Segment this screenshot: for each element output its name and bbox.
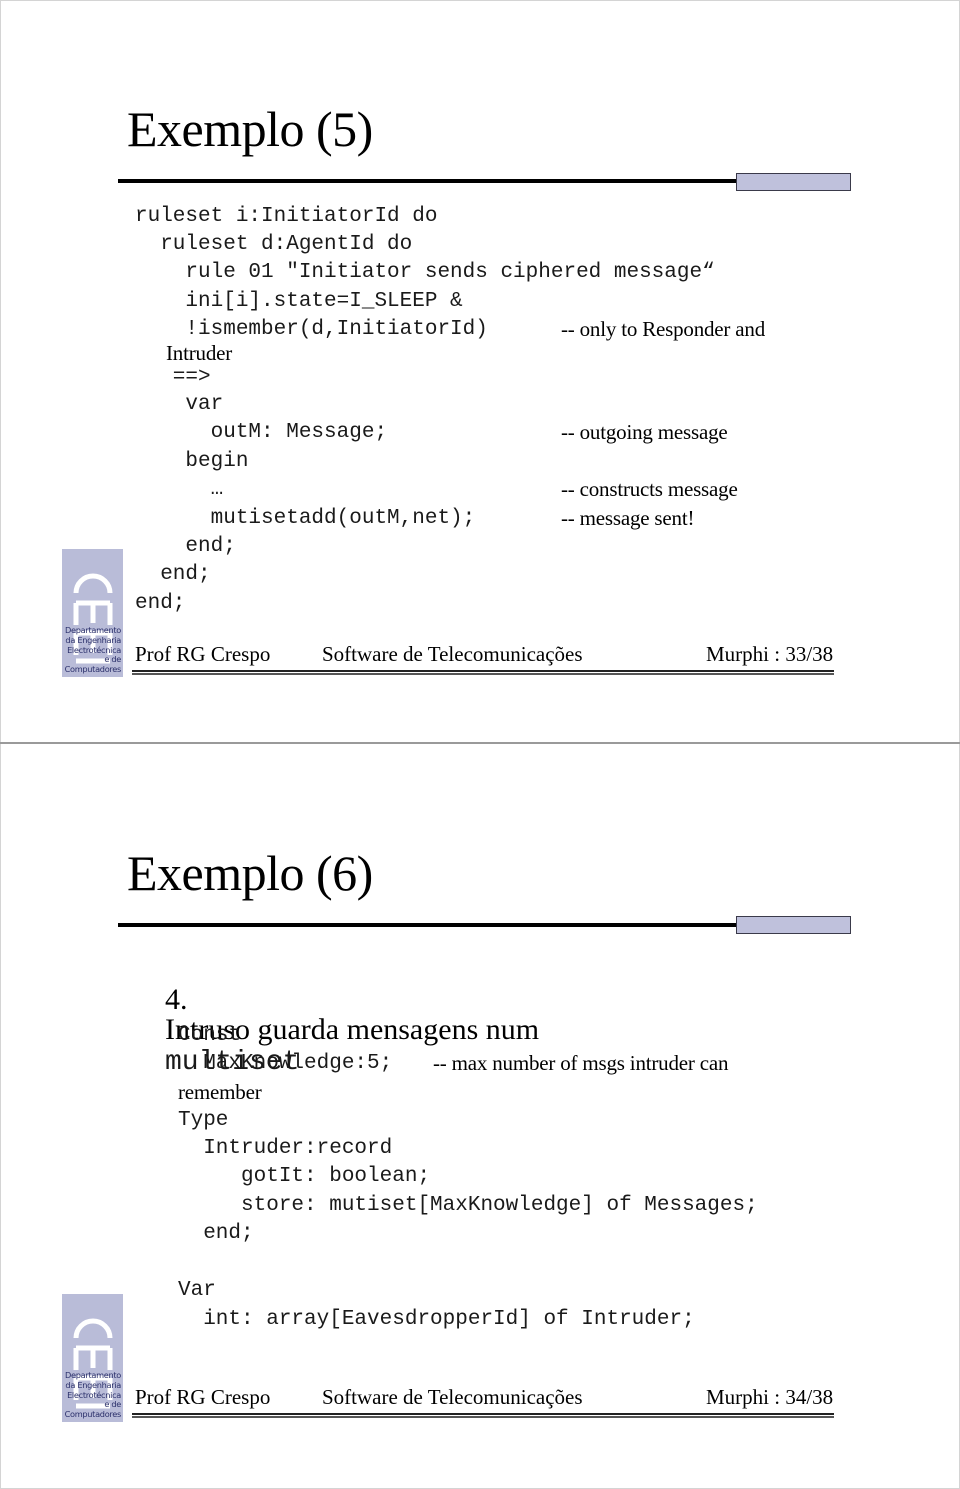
code-line: end; <box>135 535 236 558</box>
slide-33: Exemplo (5) ruleset i:InitiatorId do rul… <box>0 0 960 743</box>
footer-page-number: Murphi : 34/38 <box>706 1385 834 1409</box>
code-line: end; <box>178 1222 254 1245</box>
logo-caption-line: Computadores <box>64 664 122 675</box>
slide-title: Exemplo (6) <box>127 845 373 901</box>
footer-author: Prof RG Crespo <box>135 642 271 666</box>
code-line: ruleset i:InitiatorId do <box>135 205 438 228</box>
code-line: gotIt: boolean; <box>178 1165 431 1188</box>
code-line: Const <box>178 1024 242 1047</box>
logo-caption: Departamento da Engenharia Electrotécnic… <box>64 625 122 675</box>
code-comment: -- only to Responder and <box>561 317 765 341</box>
footer-page-number: Murphi : 33/38 <box>706 642 834 666</box>
code-comment: -- message sent! <box>561 506 695 530</box>
deec-logo: Departamento da Engenharia Electrotécnic… <box>62 1294 123 1422</box>
footer-rule <box>132 1413 834 1418</box>
title-rule <box>118 923 736 927</box>
code-comment: -- max number of msgs intruder can <box>433 1051 729 1075</box>
code-comment: -- constructs message <box>561 477 738 501</box>
footer-rule <box>132 670 834 675</box>
title-rule <box>118 179 736 183</box>
slide-title: Exemplo (5) <box>127 101 373 157</box>
code-line: begin <box>135 450 249 473</box>
code-line: ini[i].state=I_SLEEP & <box>135 290 463 313</box>
code-line: store: mutiset[MaxKnowledge] of Messages… <box>178 1194 758 1217</box>
code-line: end; <box>135 592 186 615</box>
title-accent-bar <box>736 916 851 934</box>
title-accent-bar <box>736 173 851 191</box>
footer-author: Prof RG Crespo <box>135 1385 271 1409</box>
slide-34: Exemplo (6) 4. Intruso guarda mensagens … <box>0 744 960 1489</box>
code-line: MaxKnowledge:5; <box>178 1052 393 1075</box>
code-comment: remember <box>178 1080 262 1104</box>
footer-course: Software de Telecomunicações <box>322 642 583 666</box>
code-line: mutisetadd(outM,net); <box>135 507 476 530</box>
code-line: Type <box>178 1109 229 1132</box>
code-line: rule 01 "Initiator sends ciphered messag… <box>135 261 715 284</box>
code-line: int: array[EavesdropperId] of Intruder; <box>178 1308 695 1331</box>
code-comment: -- outgoing message <box>561 420 728 444</box>
code-line: end; <box>135 563 211 586</box>
code-line: … <box>135 478 224 501</box>
code-line: var <box>135 393 224 416</box>
code-line: ruleset d:AgentId do <box>135 233 413 256</box>
code-comment: Intruder <box>166 341 233 365</box>
code-line: !ismember(d,InitiatorId) <box>135 318 488 341</box>
code-line: ==> <box>135 366 211 389</box>
logo-caption: Departamento da Engenharia Electrotécnic… <box>64 1370 122 1420</box>
bullet-number: 4. <box>165 983 188 1016</box>
code-line: outM: Message; <box>135 421 388 444</box>
logo-caption-line: Computadores <box>64 1409 122 1420</box>
code-line: Intruder:record <box>178 1137 393 1160</box>
footer-course: Software de Telecomunicações <box>322 1385 583 1409</box>
deec-logo: Departamento da Engenharia Electrotécnic… <box>62 549 123 677</box>
code-line: Var <box>178 1279 216 1302</box>
